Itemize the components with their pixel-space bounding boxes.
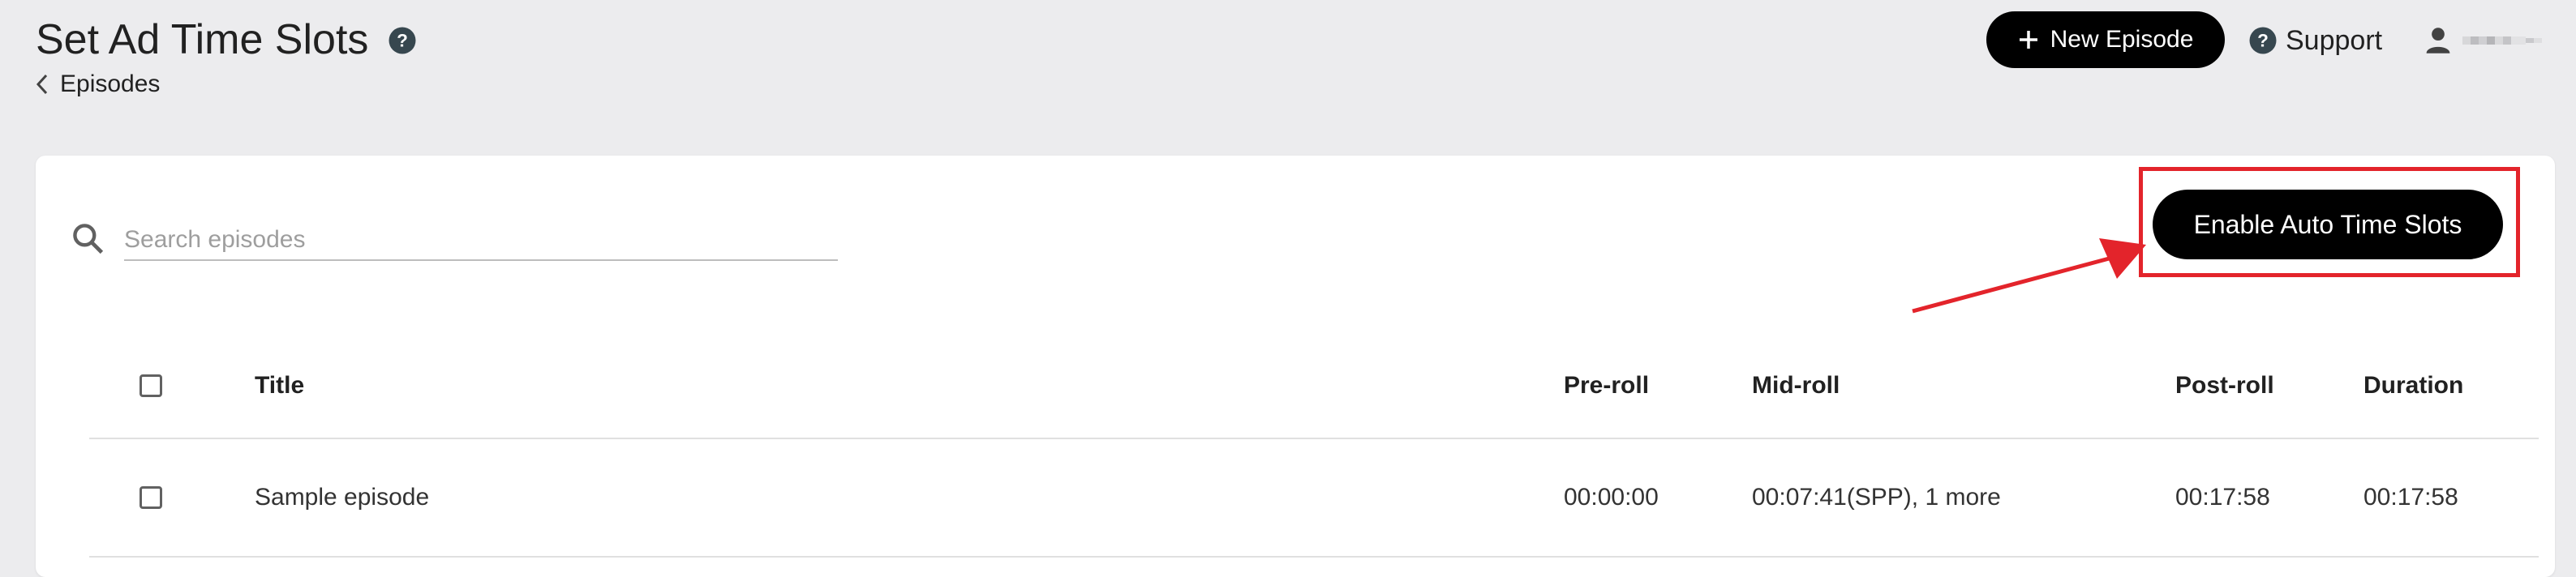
breadcrumb-label: Episodes: [60, 71, 161, 97]
support-link[interactable]: ? Support: [2248, 18, 2382, 63]
breadcrumb-back-link[interactable]: Episodes: [36, 68, 160, 100]
duration-value: 00:17:58: [2363, 484, 2458, 511]
support-label: Support: [2286, 24, 2383, 56]
table-row[interactable]: Sample episode 00:00:00 00:07:41(SPP), 1…: [89, 439, 2539, 558]
row-checkbox[interactable]: [140, 486, 162, 509]
search-input[interactable]: [124, 220, 838, 261]
column-header-duration[interactable]: Duration: [2363, 334, 2463, 438]
column-header-mid-roll[interactable]: Mid-roll: [1752, 334, 1840, 438]
page-title: Set Ad Time Slots: [36, 16, 369, 63]
row-select-cell: [140, 439, 162, 556]
select-all-cell: [140, 334, 162, 438]
column-header-pre-roll[interactable]: Pre-roll: [1564, 334, 1649, 438]
annotation-arrow: [1912, 238, 2146, 314]
column-header-post-roll[interactable]: Post-roll: [2175, 334, 2274, 438]
episodes-card: Enable Auto Time Slots Title Pre-roll Mi…: [36, 156, 2555, 577]
pre-roll-value: 00:00:00: [1564, 484, 1659, 511]
column-header-title[interactable]: Title: [255, 334, 304, 438]
top-bar: Set Ad Time Slots ? Episodes New Episode…: [0, 0, 2576, 154]
mid-roll-value: 00:07:41(SPP), 1 more: [1752, 484, 2001, 511]
table-header-row: Title Pre-roll Mid-roll Post-roll Durati…: [89, 334, 2539, 439]
post-roll-value: 00:17:58: [2175, 484, 2270, 511]
person-icon: [2426, 28, 2450, 53]
new-episode-label: New Episode: [2050, 26, 2194, 53]
chevron-left-icon: [36, 74, 48, 95]
episode-title[interactable]: Sample episode: [255, 439, 429, 556]
search-icon: [73, 224, 104, 254]
svg-text:?: ?: [397, 31, 408, 51]
question-circle-icon[interactable]: ?: [388, 26, 417, 55]
new-episode-button[interactable]: New Episode: [1986, 11, 2225, 68]
enable-auto-time-slots-button[interactable]: Enable Auto Time Slots: [2153, 190, 2503, 259]
help-circle-icon: ?: [2249, 27, 2277, 54]
episodes-table: Title Pre-roll Mid-roll Post-roll Durati…: [89, 334, 2539, 558]
select-all-checkbox[interactable]: [140, 374, 162, 397]
plus-icon: [2019, 31, 2037, 49]
user-name-redacted: [2462, 36, 2542, 45]
user-menu[interactable]: [2425, 21, 2542, 60]
svg-text:?: ?: [2257, 31, 2269, 51]
